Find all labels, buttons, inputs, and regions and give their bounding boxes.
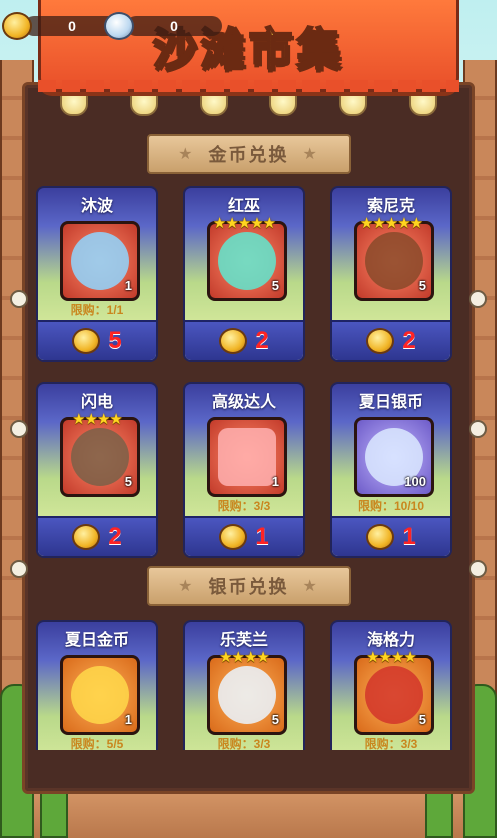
star-icon: ★ — [302, 578, 319, 595]
item-count: 1 — [124, 712, 132, 727]
shop-item-card[interactable]: 沐波 1 限购：1/1 5 — [36, 186, 158, 362]
item-count: 5 — [418, 278, 426, 293]
shop-item-card[interactable]: 夏日金币 1 限购：5/5 — [36, 620, 158, 750]
star-icon: ★ — [302, 146, 319, 163]
silver-currency[interactable]: 0 — [104, 12, 222, 40]
gold-shell-icon — [219, 524, 248, 550]
item-count: 5 — [271, 712, 279, 727]
buy-button[interactable]: 1 — [185, 516, 303, 556]
item-name: 闪电 — [80, 394, 113, 411]
silver-amount: 0 — [126, 16, 222, 36]
rarity-stars: ★★★★ — [366, 649, 417, 666]
purchase-limit: 限购：3/3 — [364, 737, 418, 750]
silver-shell-icon — [104, 12, 134, 40]
gold-shell-icon — [366, 328, 395, 354]
buy-button[interactable]: 2 — [332, 320, 450, 360]
light-bulb-icon — [408, 94, 437, 116]
section-label: 金币兑换 — [208, 145, 289, 165]
buy-button[interactable]: 5 — [38, 320, 156, 360]
shop-item-card[interactable]: 乐芙兰 ★★★★ 5 限购：3/3 — [183, 620, 305, 750]
light-bulb-icon — [60, 94, 88, 116]
item-count: 100 — [404, 474, 426, 489]
side-bulb-icon — [469, 290, 487, 308]
gold-shell-icon — [72, 524, 101, 550]
price-value: 1 — [255, 523, 269, 550]
silver-exchange-header: ★ 银币兑换 ★ — [0, 566, 497, 606]
purchase-limit: 限购：1/1 — [70, 303, 124, 317]
gold-shell-icon — [2, 12, 32, 40]
shop-item-card[interactable]: 夏日银币 100 限购：10/10 1 — [330, 382, 452, 558]
section-label: 银币兑换 — [208, 577, 289, 597]
section-ribbon: ★ 金币兑换 ★ — [146, 134, 351, 174]
purchase-limit: 限购：10/10 — [357, 499, 425, 513]
banner-fringe — [38, 80, 459, 92]
side-bulb-icon — [469, 420, 487, 438]
item-count: 1 — [124, 278, 132, 293]
price-value: 2 — [108, 523, 122, 550]
item-name: 索尼克 — [366, 198, 415, 215]
string-lights — [60, 94, 437, 116]
gold-currency[interactable]: 0 — [2, 12, 120, 40]
price-value: 5 — [108, 327, 122, 354]
star-icon: ★ — [178, 578, 195, 595]
purchase-limit: 限购：5/5 — [70, 737, 124, 750]
silver-exchange-viewport[interactable]: 夏日金币 1 限购：5/5 乐芙兰 ★★★★ 5 限购：3/3 海格力 ★★★★… — [36, 620, 460, 750]
gold-exchange-grid: 沐波 1 限购：1/1 5 红巫 ★★★★★ 5 2 索尼克 ★★★★★ 5 2… — [36, 186, 460, 558]
purchase-limit: 限购：3/3 — [217, 499, 271, 513]
gold-exchange-header: ★ 金币兑换 ★ — [0, 134, 497, 174]
item-count: 5 — [124, 474, 132, 489]
rarity-stars: ★★★★★ — [359, 215, 423, 232]
item-name: 夏日银币 — [358, 394, 423, 411]
light-bulb-icon — [199, 94, 228, 116]
item-name: 乐芙兰 — [219, 632, 268, 649]
gold-shell-icon — [219, 328, 248, 354]
side-bulb-icon — [10, 290, 28, 308]
rarity-stars: ★★★★ — [72, 411, 123, 428]
buy-button[interactable]: 1 — [332, 516, 450, 556]
item-name: 高级达人 — [211, 394, 276, 411]
buy-button[interactable]: 2 — [185, 320, 303, 360]
price-value: 1 — [402, 523, 416, 550]
shop-item-card[interactable]: 闪电 ★★★★ 5 2 — [36, 382, 158, 558]
star-icon: ★ — [178, 146, 195, 163]
rarity-stars: ★★★★★ — [212, 215, 276, 232]
item-count: 5 — [418, 712, 426, 727]
section-ribbon: ★ 银币兑换 ★ — [146, 566, 351, 606]
price-value: 2 — [255, 327, 269, 354]
light-bulb-icon — [339, 94, 368, 116]
silver-exchange-grid: 夏日金币 1 限购：5/5 乐芙兰 ★★★★ 5 限购：3/3 海格力 ★★★★… — [36, 620, 460, 750]
rarity-stars: ★★★★ — [219, 649, 270, 666]
wood-frame-bottom — [0, 789, 497, 838]
item-count: 5 — [271, 278, 279, 293]
shop-item-card[interactable]: 红巫 ★★★★★ 5 2 — [183, 186, 305, 362]
item-name: 海格力 — [366, 632, 415, 649]
shop-item-card[interactable]: 海格力 ★★★★ 5 限购：3/3 — [330, 620, 452, 750]
light-bulb-icon — [269, 94, 298, 116]
item-name: 夏日金币 — [64, 632, 129, 649]
gold-shell-icon — [72, 328, 101, 354]
buy-button[interactable]: 2 — [38, 516, 156, 556]
light-bulb-icon — [129, 94, 158, 116]
purchase-limit: 限购：3/3 — [217, 737, 271, 750]
side-bulb-icon — [10, 420, 28, 438]
item-count: 1 — [271, 474, 279, 489]
item-name: 沐波 — [80, 198, 113, 215]
price-value: 2 — [402, 327, 416, 354]
shop-item-card[interactable]: 索尼克 ★★★★★ 5 2 — [330, 186, 452, 362]
gold-shell-icon — [366, 524, 395, 550]
item-name: 红巫 — [227, 198, 260, 215]
shop-item-card[interactable]: 高级达人 1 限购：3/3 1 — [183, 382, 305, 558]
